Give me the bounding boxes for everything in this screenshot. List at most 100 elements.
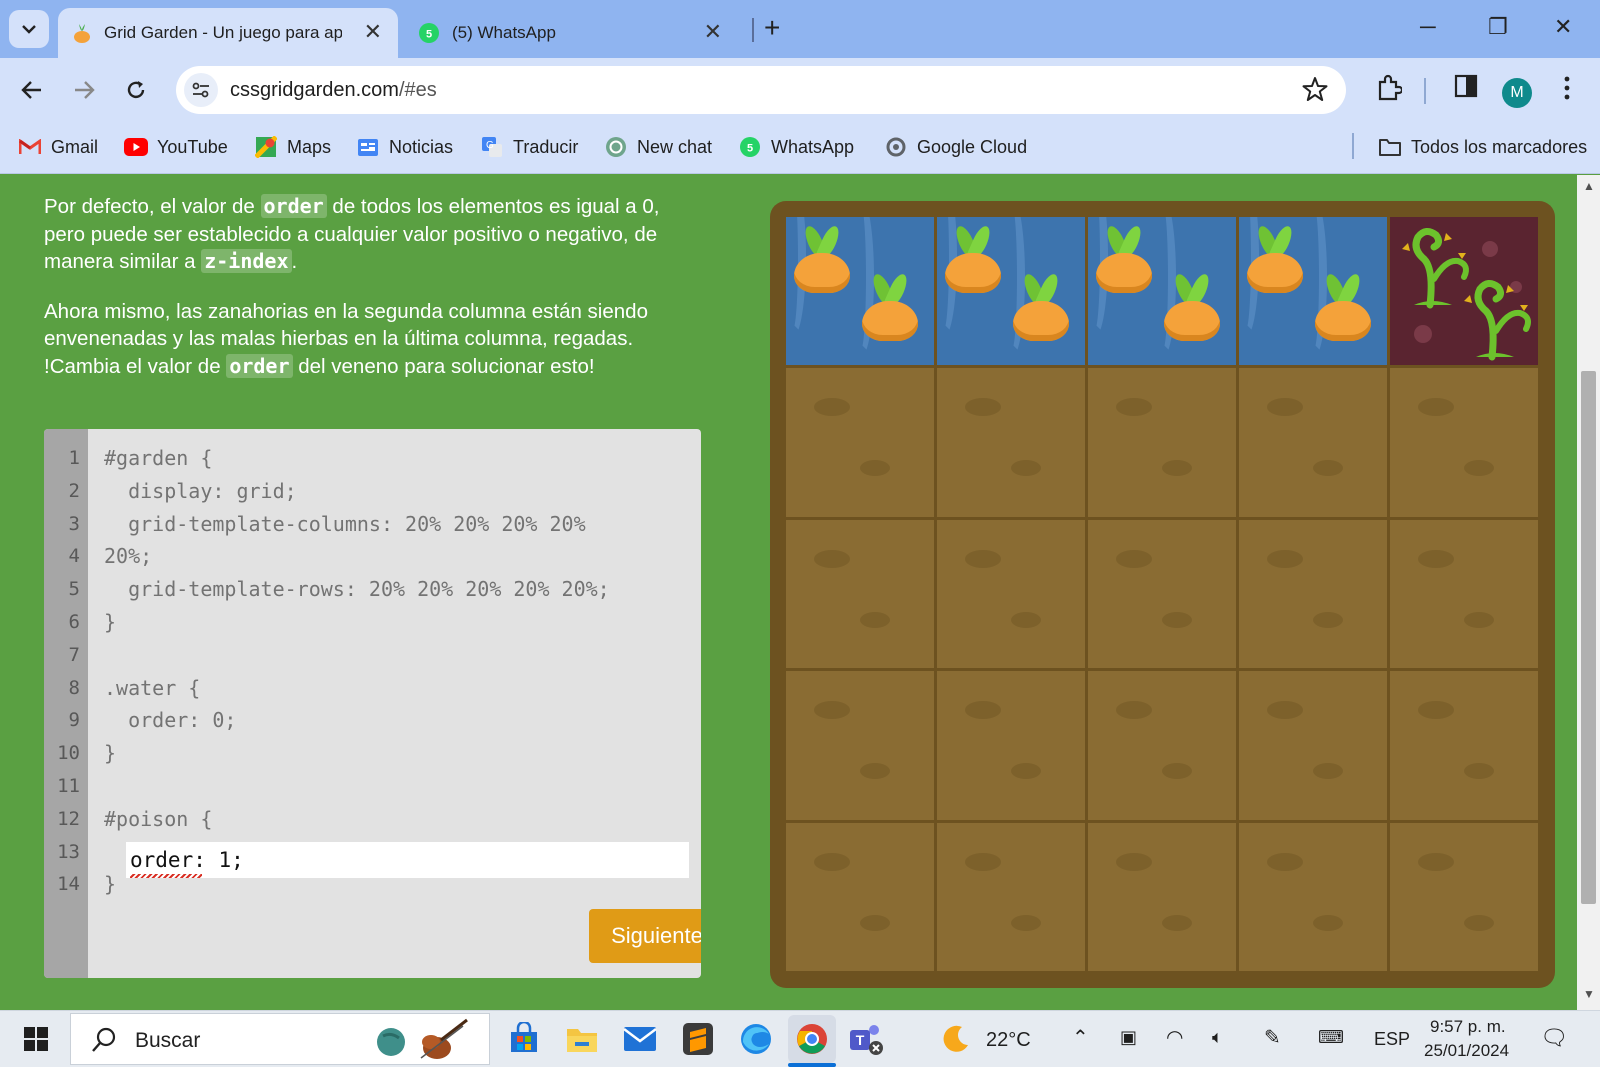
pen-icon[interactable]: ✎ [1264,1025,1281,1050]
code-line: grid-template-rows: 20% 20% 20% 20% 20%; [104,577,610,602]
reload-icon [127,81,145,99]
soil-cell [1239,519,1387,669]
close-icon[interactable]: ✕ [704,21,722,43]
close-window-icon[interactable]: ✕ [1554,14,1572,40]
chrome-icon[interactable] [788,1015,836,1063]
windows-start-icon[interactable] [16,1019,56,1059]
url-text: cssgridgarden.com/#es [230,79,437,101]
whatsapp-icon: 5 [738,136,762,158]
bookmark-maps[interactable]: Maps [254,134,331,160]
extensions-icon[interactable] [1376,74,1404,107]
scroll-thumb[interactable] [1581,371,1596,904]
bookmark-whatsapp[interactable]: 5 WhatsApp [738,134,854,160]
notifications-icon[interactable]: 🗨︎ [1540,1025,1568,1051]
carrot-icon [1096,223,1152,293]
mail-icon[interactable] [620,1019,660,1059]
soil-cell [1390,368,1538,517]
water-cell [786,217,934,366]
next-button[interactable]: Siguiente [589,909,701,963]
bookmark-youtube[interactable]: YouTube [124,134,228,160]
bookmark-google-cloud[interactable]: Google Cloud [884,134,1027,160]
water-cell [1239,217,1387,366]
profile-avatar[interactable]: M [1502,78,1532,108]
address-bar[interactable]: cssgridgarden.com/#es [176,66,1346,114]
carrot-icon [1315,271,1371,341]
arrow-left-icon [21,81,41,99]
soil-cell [1088,671,1236,820]
svg-text:G: G [486,140,494,151]
code-input[interactable] [126,842,689,878]
meet-now-icon[interactable]: ▣ [1120,1027,1137,1048]
tab-search-button[interactable] [9,10,49,48]
bookmark-new-chat[interactable]: New chat [604,134,712,160]
bookmark-noticias[interactable]: Noticias [356,134,453,160]
carrot-icon [945,223,1001,293]
bookmark-star-icon[interactable] [1302,76,1328,107]
line-number: 13 [57,840,80,863]
side-panel-icon[interactable] [1454,74,1478,103]
clock-time[interactable]: 9:57 p. m. [1430,1017,1506,1037]
soil-cell [1088,822,1236,971]
soil-cell [937,671,1085,820]
language-indicator[interactable]: ESP [1374,1029,1410,1050]
poison-cell [1390,217,1538,366]
taskbar-search[interactable]: Buscar [70,1013,490,1065]
bookmark-traducir[interactable]: G Traducir [480,134,578,160]
scroll-down-icon[interactable]: ▼ [1583,987,1595,1001]
close-icon[interactable]: ✕ [364,21,382,43]
new-tab-button[interactable]: + [764,14,780,42]
code-line: order: 0; [104,708,237,733]
minimize-icon[interactable]: ─ [1420,14,1436,40]
line-number: 3 [68,512,80,535]
line-number: 5 [68,578,80,601]
tab-whatsapp[interactable]: 5 (5) WhatsApp ✕ [404,8,738,58]
weed-icon [1464,280,1531,361]
code-line: #garden { [104,446,213,470]
weather-temperature[interactable]: 22°C [986,1029,1031,1052]
menu-icon[interactable] [1564,76,1570,105]
instructions-paragraph-2: Ahora mismo, las zanahorias en la segund… [44,299,648,378]
edge-browser-icon[interactable] [736,1019,776,1059]
soil-cell [1239,368,1387,517]
chevron-up-icon[interactable]: ⌃ [1072,1025,1089,1050]
site-settings-icon[interactable] [184,73,218,107]
forward-button[interactable] [68,74,100,106]
soil-cell [786,671,934,820]
soil-cell [1239,822,1387,971]
instructions: Por defecto, el valor de order de todos … [44,193,694,402]
wifi-icon[interactable]: ◠ [1166,1025,1183,1050]
volume-muted-icon[interactable]: 🔈︎ [1212,1027,1223,1048]
clock-date[interactable]: 25/01/2024 [1424,1041,1509,1061]
google-cloud-icon [884,136,908,158]
moon-weather-icon[interactable] [936,1019,976,1059]
youtube-icon [124,136,148,158]
sublime-text-icon[interactable] [678,1019,718,1059]
chevron-down-icon [22,25,36,34]
back-button[interactable] [16,74,48,106]
line-number: 14 [57,873,80,896]
soil-cell [1390,671,1538,820]
teams-icon[interactable]: T [846,1019,886,1059]
windows-taskbar: Buscar T 22°C ⌃ ▣ ◠ 🔈︎ ✎ ⌨ ESP 9:57 p. m… [0,1010,1600,1067]
touch-keyboard-icon[interactable]: ⌨ [1318,1027,1344,1048]
line-number: 9 [68,709,80,732]
bookmark-all-bookmarks[interactable]: Todos los marcadores [1378,134,1587,160]
bookmark-gmail[interactable]: Gmail [18,134,98,160]
tab-grid-garden[interactable]: Grid Garden - Un juego para ap ✕ [58,8,398,58]
file-explorer-icon[interactable] [562,1019,602,1059]
chatgpt-icon [604,136,628,158]
translate-icon: G [480,136,504,158]
code-keyword: z-index [201,249,292,273]
line-number: 7 [68,643,80,666]
microsoft-store-icon[interactable] [504,1019,544,1059]
soil-cell [786,368,934,517]
page-scrollbar[interactable]: ▲ ▼ [1577,175,1600,1010]
carrot-icon [1247,223,1303,293]
reload-button[interactable] [120,74,152,106]
code-line: #poison { [104,806,213,831]
tab-title: Grid Garden - Un juego para ap [104,23,342,42]
restore-icon[interactable]: ❐ [1488,14,1508,40]
code-line: .water { [104,675,201,700]
scroll-up-icon[interactable]: ▲ [1583,179,1595,193]
line-number: 2 [68,479,80,502]
